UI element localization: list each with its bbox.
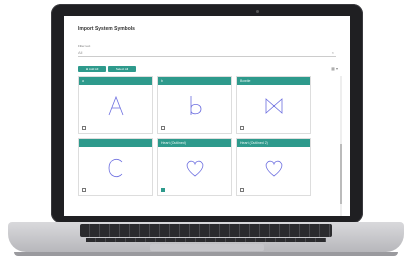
filter-input[interactable]: All × bbox=[78, 49, 336, 57]
heart-icon bbox=[237, 151, 310, 185]
clear-icon[interactable]: × bbox=[332, 50, 334, 55]
letter-a-icon bbox=[79, 89, 152, 123]
card-label: b bbox=[158, 77, 231, 85]
keyboard bbox=[80, 224, 332, 237]
symbol-card[interactable]: Bowtie bbox=[236, 76, 311, 134]
bowtie-icon bbox=[237, 89, 310, 123]
scrollbar-thumb[interactable] bbox=[340, 144, 342, 204]
symbol-card[interactable]: b bbox=[157, 76, 232, 134]
add-all-button[interactable]: ⊕ Add All bbox=[78, 66, 106, 72]
card-label: Heart (Outlined) bbox=[158, 139, 231, 147]
trackpad bbox=[150, 244, 264, 251]
grid-icon[interactable]: ▦ ▾ bbox=[331, 66, 338, 71]
keyboard-row bbox=[86, 238, 326, 242]
card-checkbox[interactable] bbox=[161, 126, 165, 130]
letter-b-icon bbox=[158, 89, 231, 123]
symbol-card[interactable]: Heart (Outlined) bbox=[157, 138, 232, 196]
camera-icon bbox=[256, 10, 259, 13]
heart-icon bbox=[158, 151, 231, 185]
laptop-foot bbox=[14, 252, 398, 256]
symbol-card[interactable]: Heart (Outlined 2) bbox=[236, 138, 311, 196]
card-label bbox=[79, 139, 152, 147]
card-label: Heart (Outlined 2) bbox=[237, 139, 310, 147]
dialog-title: Import System Symbols bbox=[78, 26, 135, 32]
symbol-card[interactable] bbox=[78, 138, 153, 196]
filter-label: Filter text bbox=[78, 44, 91, 48]
card-checkbox-checked[interactable] bbox=[161, 188, 165, 192]
app-screen: Import System Symbols Filter text All × … bbox=[64, 16, 350, 216]
card-label: Bowtie bbox=[237, 77, 310, 85]
symbol-card[interactable]: a bbox=[78, 76, 153, 134]
card-label: a bbox=[79, 77, 152, 85]
letter-c-icon bbox=[79, 151, 152, 185]
card-checkbox[interactable] bbox=[240, 188, 244, 192]
card-checkbox[interactable] bbox=[82, 126, 86, 130]
select-all-button[interactable]: Select All bbox=[108, 66, 136, 72]
filter-value: All bbox=[78, 50, 83, 55]
card-checkbox[interactable] bbox=[82, 188, 86, 192]
card-checkbox[interactable] bbox=[240, 126, 244, 130]
